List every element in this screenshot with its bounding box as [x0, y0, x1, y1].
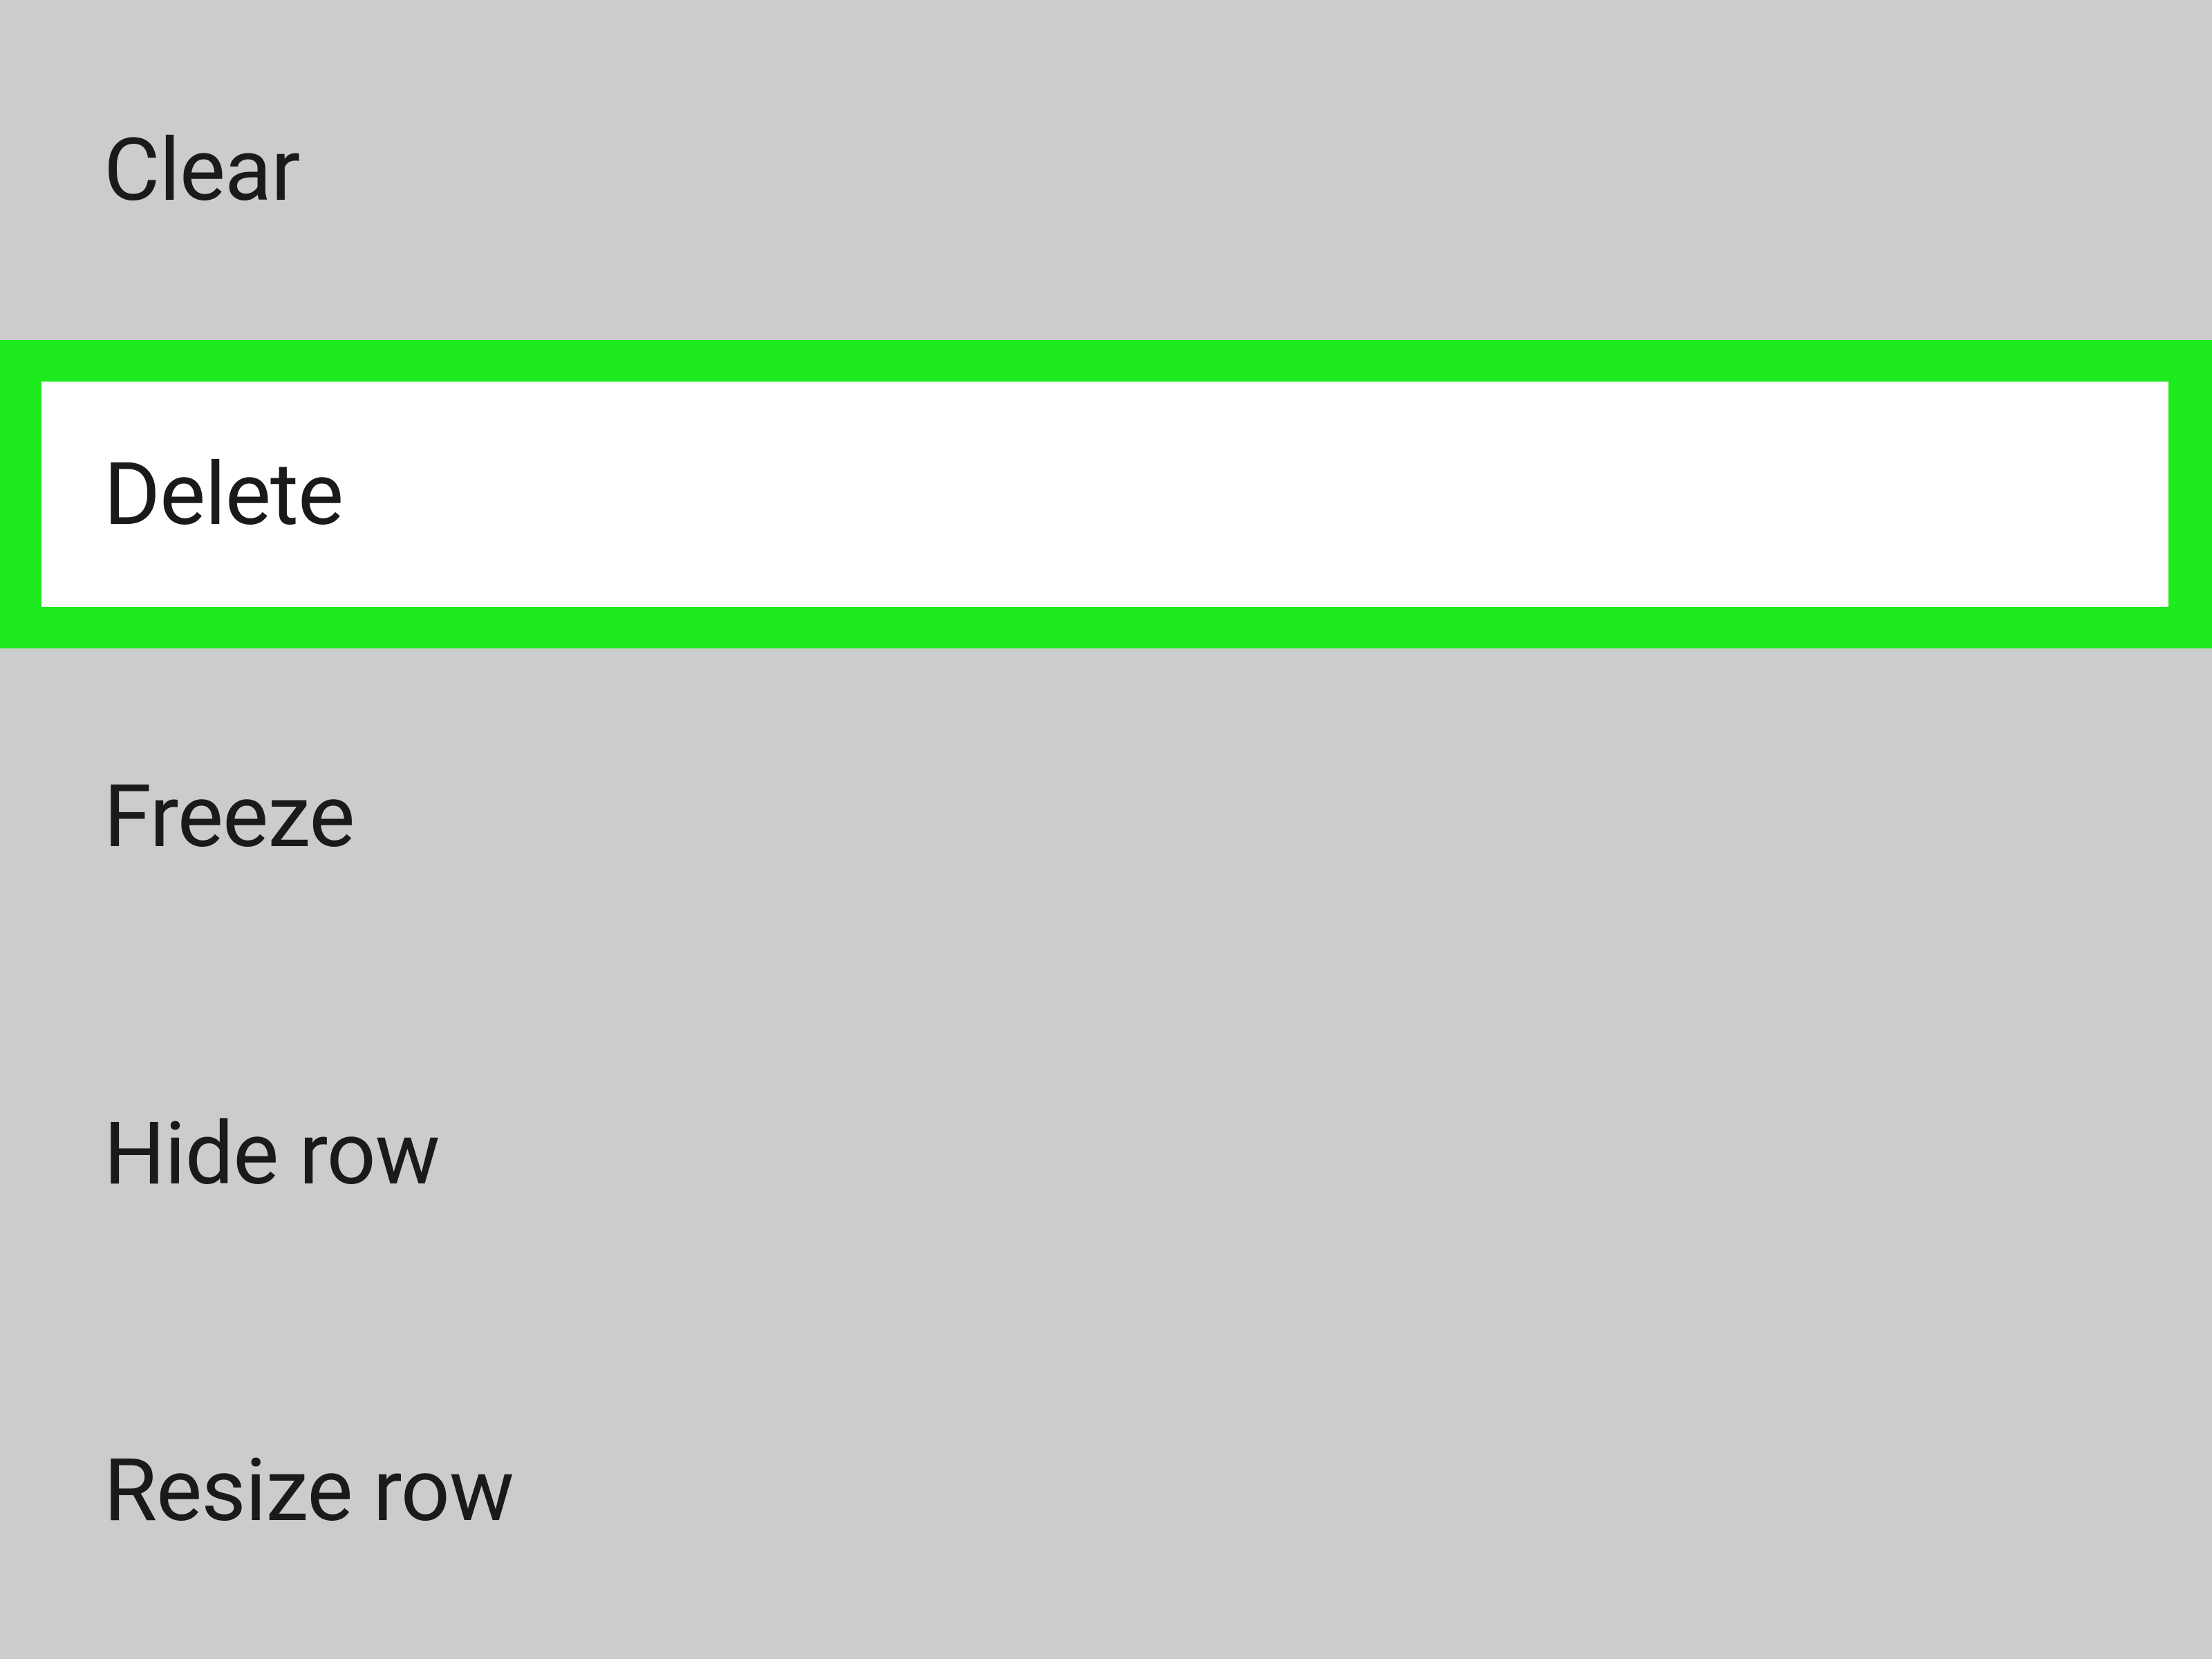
menu-item-label: Clear — [104, 120, 299, 221]
menu-item-resize-row[interactable]: Resize row — [0, 1322, 2212, 1659]
menu-item-label: Delete — [104, 444, 343, 545]
menu-item-hide-row[interactable]: Hide row — [0, 985, 2212, 1322]
menu-item-freeze[interactable]: Freeze — [0, 648, 2212, 985]
menu-item-delete-inner: Delete — [41, 382, 2168, 607]
context-menu: Clear Delete Freeze Hide row Resize row — [0, 0, 2212, 1659]
menu-item-delete[interactable]: Delete — [0, 340, 2212, 648]
menu-item-clear[interactable]: Clear — [0, 0, 2212, 340]
menu-item-label: Resize row — [104, 1440, 514, 1541]
menu-item-label: Hide row — [104, 1103, 440, 1205]
menu-item-label: Freeze — [104, 766, 355, 868]
